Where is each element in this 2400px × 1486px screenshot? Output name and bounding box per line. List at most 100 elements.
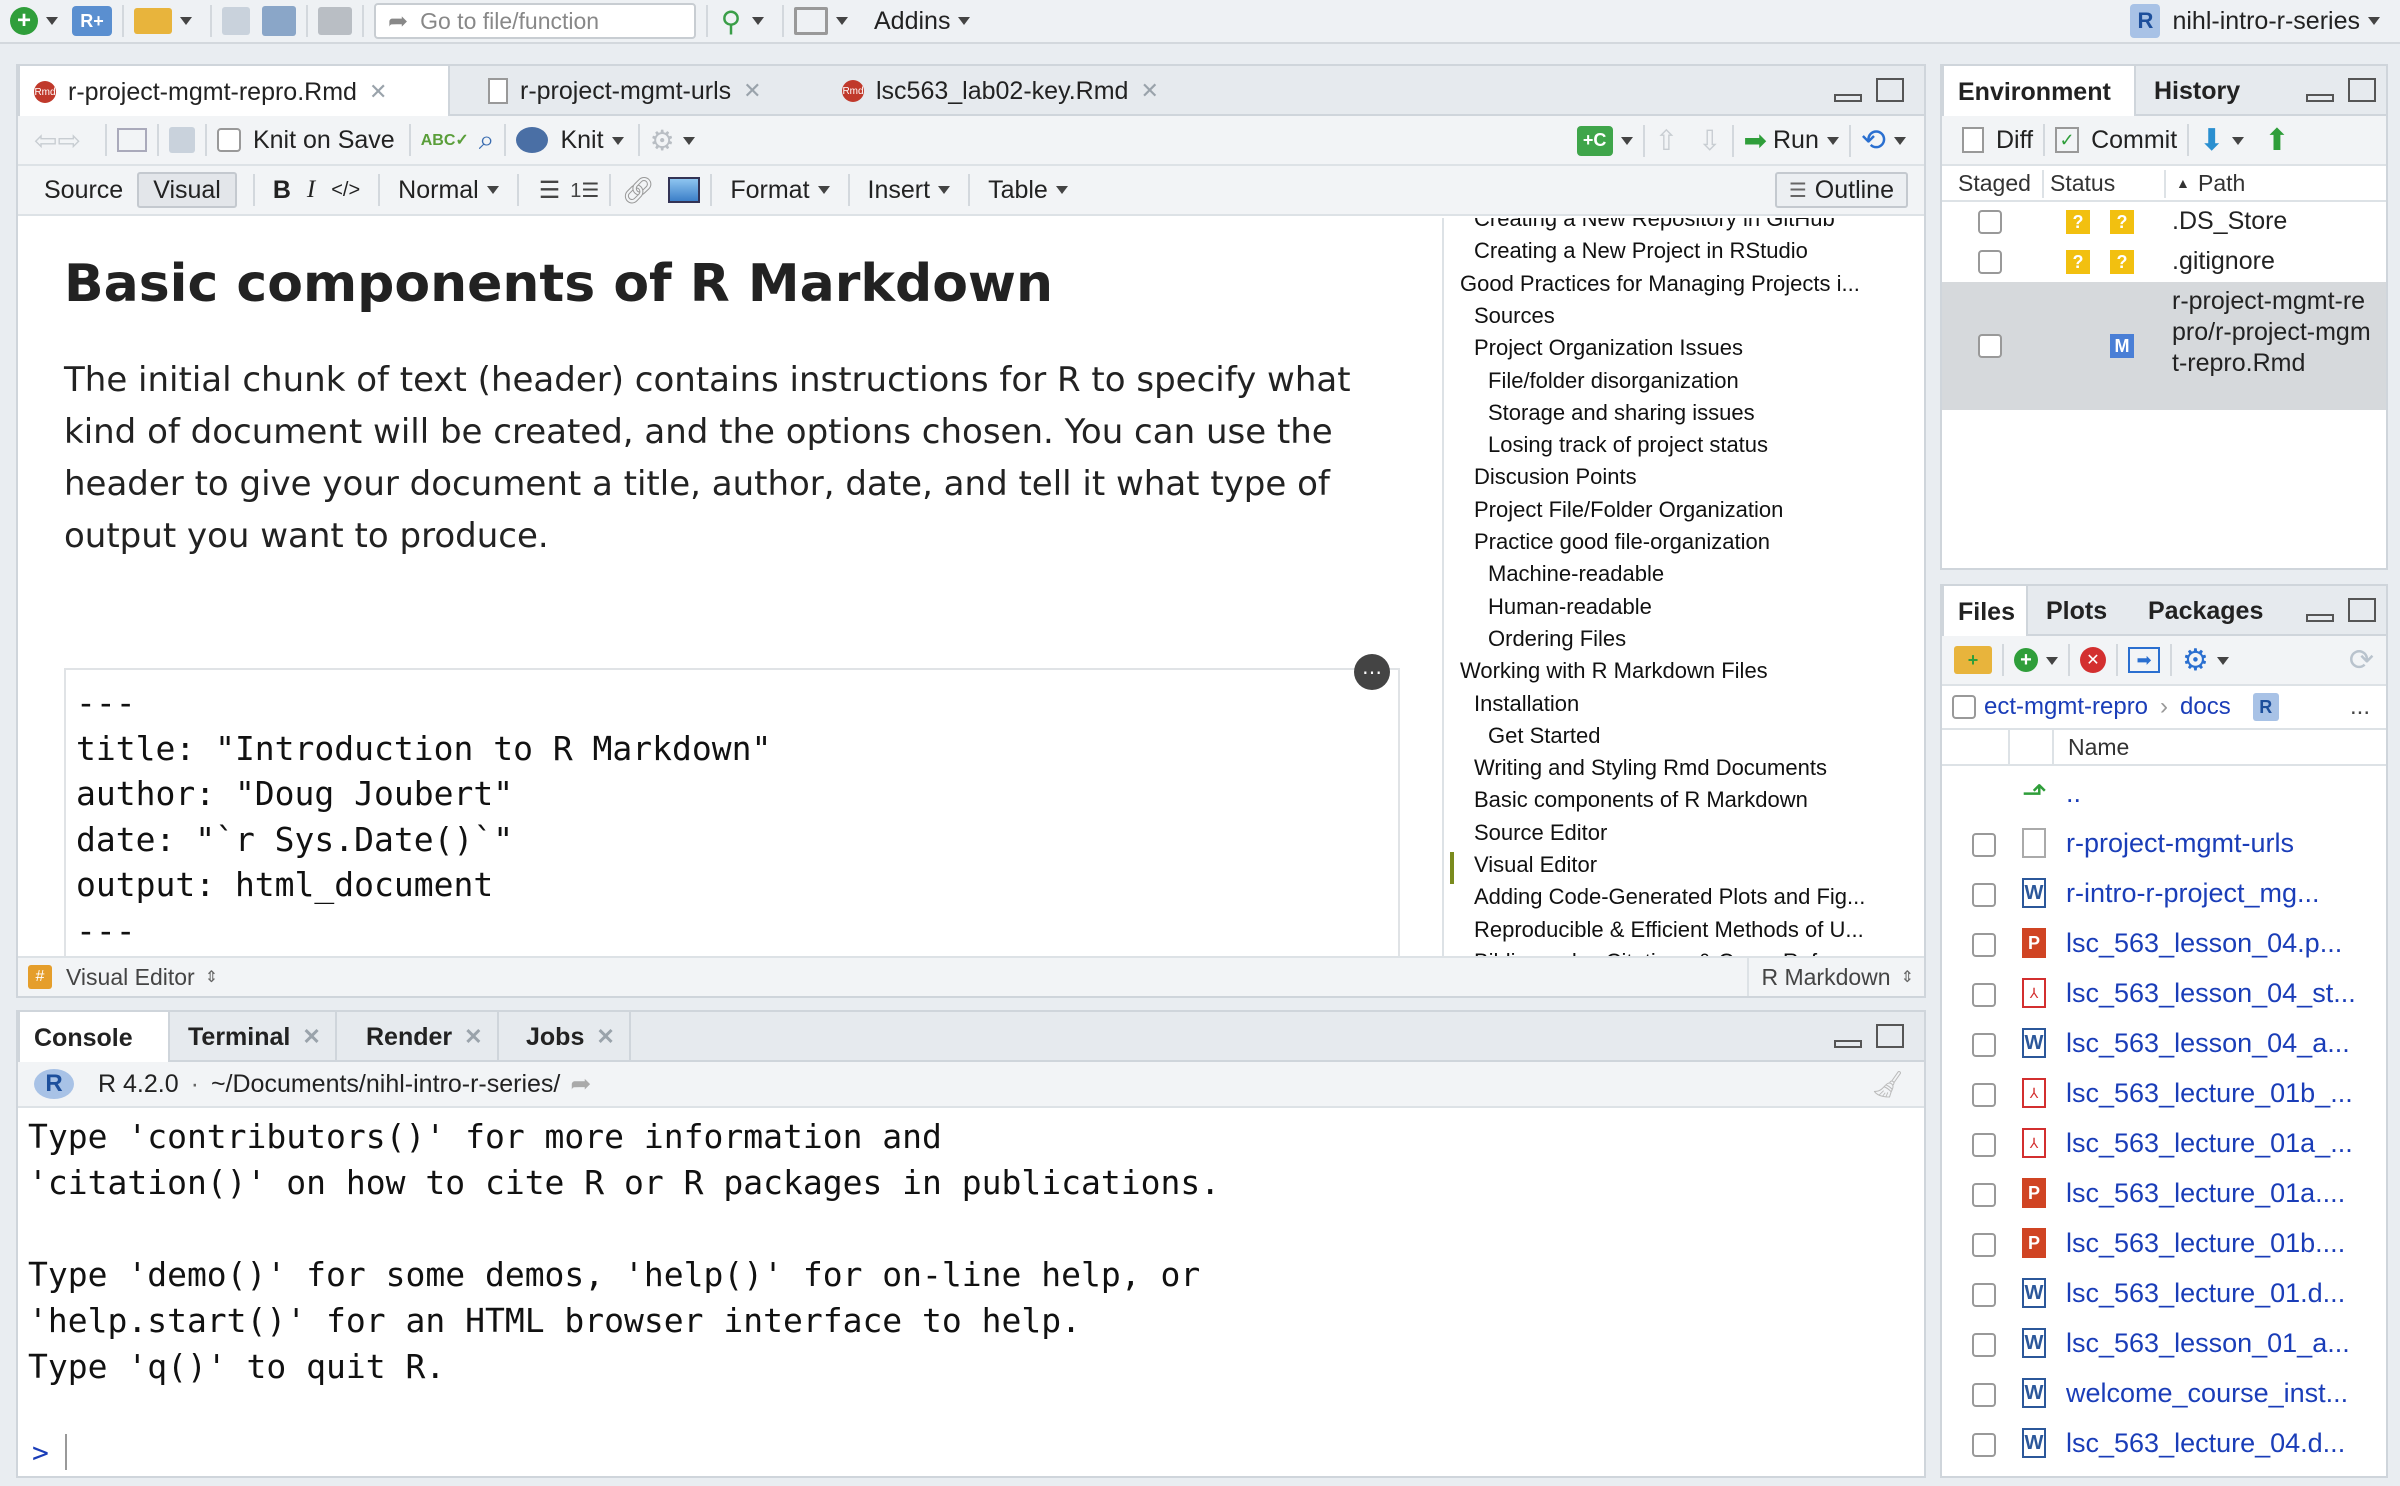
new-blank-file-dropdown[interactable] [2038, 646, 2058, 675]
tab-r-project-mgmt-urls[interactable]: r-project-mgmt-urls ✕ [474, 66, 776, 116]
table-menu[interactable]: Table [980, 172, 1076, 208]
console-output[interactable]: Type 'contributors()' for more informati… [28, 1114, 1908, 1454]
save-all-icon[interactable] [262, 6, 296, 36]
outline-item[interactable]: Human-readable [1488, 594, 1652, 620]
tab-environment[interactable]: Environment [1942, 66, 2136, 118]
mode-source-button[interactable]: Source [30, 172, 137, 208]
pull-dropdown[interactable] [2224, 126, 2244, 155]
run-button[interactable]: Run [1773, 126, 1839, 155]
outline-item[interactable]: Writing and Styling Rmd Documents [1474, 755, 1827, 781]
file-row[interactable]: Plsc_563_lesson_04.p... [1942, 920, 2386, 970]
console-prompt-line[interactable]: > [32, 1430, 67, 1474]
save-icon[interactable] [168, 127, 195, 153]
git-file-row[interactable]: Mr-project-mgmt-repro/r-project-mgmt-rep… [1942, 282, 2386, 410]
file-name-link[interactable]: lsc_563_lecture_01a_... [2066, 1128, 2353, 1159]
file-name-link[interactable]: lsc_563_lecture_01b.... [2066, 1228, 2345, 1259]
breadcrumb-folder-2[interactable]: docs [2180, 693, 2231, 721]
staged-checkbox[interactable] [1978, 210, 2002, 234]
code-button[interactable]: </> [323, 172, 368, 208]
go-to-dir-icon[interactable]: ➦ [570, 1069, 591, 1099]
settings-dropdown[interactable] [675, 126, 695, 155]
outline-item[interactable]: Basic components of R Markdown [1474, 787, 1808, 813]
col-staged[interactable]: Staged [1958, 170, 2031, 197]
select-all-checkbox[interactable] [1952, 695, 1976, 719]
more-options-dropdown[interactable] [2209, 646, 2229, 675]
knit-on-save-checkbox[interactable] [216, 128, 241, 152]
knit-button[interactable]: Knit [560, 126, 623, 155]
bullet-list-icon[interactable]: ☰ [539, 176, 561, 205]
outline-item[interactable]: Practice good file-organization [1474, 529, 1770, 555]
open-dropdown[interactable] [172, 12, 192, 30]
delete-icon[interactable]: ✕ [2080, 647, 2106, 673]
new-project-icon[interactable]: R+ [72, 6, 112, 36]
spellcheck-icon[interactable]: ABC✓ [421, 130, 469, 150]
format-menu[interactable]: Format [722, 172, 837, 208]
file-row[interactable]: ⅄ lsc_563_lecture_01a_... [1942, 1120, 2386, 1170]
col-path[interactable]: Path [2198, 170, 2245, 197]
outline-item[interactable]: Machine-readable [1488, 561, 1664, 587]
file-name-link[interactable]: lsc_563_lecture_01a.... [2066, 1178, 2345, 1209]
file-name-link[interactable]: welcome_course_inst... [2066, 1378, 2348, 1409]
doc-type-select[interactable]: R Markdown ⇕ [1747, 958, 1914, 996]
go-down-icon[interactable]: ⇩ [1698, 124, 1721, 157]
file-checkbox[interactable] [1972, 1383, 1996, 1407]
file-row[interactable]: Wr-intro-r-project_mg... [1942, 870, 2386, 920]
pane-layout-dropdown[interactable] [828, 12, 848, 30]
find-replace-icon[interactable]: ⌕ [479, 124, 495, 157]
tab-console[interactable]: Console [18, 1012, 170, 1064]
pane-minmax[interactable] [1834, 1024, 1904, 1048]
file-name-link[interactable]: lsc_563_lesson_04_st... [2066, 978, 2356, 1009]
new-file-icon[interactable]: + [10, 7, 38, 35]
git-file-row[interactable]: ?? .gitignore [1942, 242, 2386, 282]
file-checkbox[interactable] [1972, 1433, 1996, 1457]
git-vcs-icon[interactable]: ⚲ [718, 5, 744, 37]
breadcrumb-folder-1[interactable]: ect-mgmt-repro [1984, 693, 2148, 721]
insert-menu[interactable]: Insert [860, 172, 959, 208]
more-path-button[interactable]: ... [2350, 693, 2370, 721]
insert-chunk-icon[interactable]: +C [1576, 125, 1613, 156]
show-in-window-icon[interactable] [116, 128, 147, 152]
gear-icon[interactable]: ⚙ [2182, 643, 2209, 678]
file-name-link[interactable]: lsc_563_lesson_01_a... [2066, 1328, 2350, 1359]
paragraph-style-select[interactable]: Normal [390, 172, 507, 208]
save-icon[interactable] [222, 7, 250, 35]
link-icon[interactable]: 🔗︎ [621, 175, 654, 206]
outline-item[interactable]: Good Practices for Managing Projects i..… [1460, 271, 1860, 297]
close-icon[interactable]: ✕ [464, 1024, 482, 1050]
knit-icon[interactable] [516, 127, 549, 153]
outline-item[interactable]: File/folder disorganization [1488, 368, 1739, 394]
close-icon[interactable]: ✕ [596, 1024, 614, 1050]
file-checkbox[interactable] [1972, 833, 1996, 857]
vcs-dropdown[interactable] [744, 12, 764, 30]
bold-button[interactable]: B [265, 172, 299, 208]
mode-visual-button[interactable]: Visual [137, 172, 237, 208]
diff-button[interactable]: Diff [1996, 122, 2033, 158]
close-icon[interactable]: ✕ [302, 1024, 320, 1050]
rerun-dropdown[interactable] [1886, 126, 1906, 155]
document-area[interactable]: Basic components of R Markdown The initi… [18, 218, 1442, 960]
file-checkbox[interactable] [1972, 1183, 1996, 1207]
file-checkbox[interactable] [1972, 983, 1996, 1007]
file-name-link[interactable]: lsc_563_lesson_04_a... [2066, 1028, 2350, 1059]
pane-minmax[interactable] [1834, 78, 1904, 102]
addins-menu[interactable]: Addins [866, 3, 978, 39]
file-row[interactable]: ⅄ lsc_563_lesson_04_st... [1942, 970, 2386, 1020]
col-status[interactable]: Status [2050, 170, 2115, 197]
new-file-icon[interactable]: + [2014, 648, 2038, 672]
file-checkbox[interactable] [1972, 933, 1996, 957]
file-name-link[interactable]: r-intro-r-project_mg... [2066, 878, 2320, 909]
file-checkbox[interactable] [1972, 883, 1996, 907]
outline-item[interactable]: Get Started [1488, 723, 1601, 749]
file-row[interactable]: Plsc_563_lecture_01a.... [1942, 1170, 2386, 1220]
commit-button[interactable]: Commit [2091, 122, 2177, 158]
outline-item[interactable]: Bibliography, Citations & Cross-Ref... [1474, 949, 1836, 956]
tab-r-project-mgmt-repro[interactable]: Rmd r-project-mgmt-repro.Rmd ✕ [18, 66, 450, 118]
new-folder-icon[interactable]: + [1954, 646, 1992, 674]
file-row[interactable]: Wwelcome_course_inst... [1942, 1370, 2386, 1420]
run-icon[interactable]: ➡ [1744, 124, 1767, 157]
tab-history[interactable]: History [2140, 66, 2254, 116]
file-checkbox[interactable] [1972, 1283, 1996, 1307]
staged-checkbox[interactable] [1978, 250, 2002, 274]
git-file-row[interactable]: ?? .DS_Store [1942, 202, 2386, 242]
clear-console-icon[interactable]: 🧹︎ [1871, 1069, 1904, 1100]
